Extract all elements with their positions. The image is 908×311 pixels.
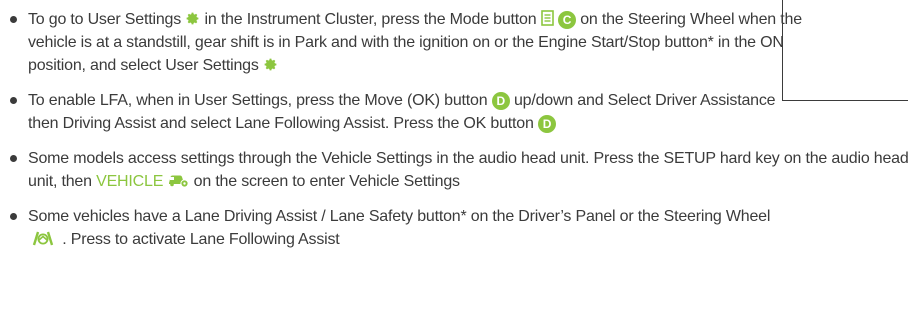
gear-icon [186, 12, 199, 25]
lane-assist-icon [32, 231, 54, 246]
document-page: To go to User Settings in the Instrument… [0, 0, 908, 311]
callout-badge-d: D [491, 92, 510, 110]
callout-badge-d: D [537, 115, 556, 133]
list-item: Some models access settings through the … [10, 147, 908, 193]
list-item: Some vehicles have a Lane Driving Assist… [10, 205, 788, 251]
callout-badge-c: C [557, 11, 576, 29]
list-item: To enable LFA, when in User Settings, pr… [10, 89, 808, 135]
mode-button-icon [540, 10, 554, 26]
bullet-text: on the screen to enter Vehicle Settings [193, 173, 460, 190]
list-item: To go to User Settings in the Instrument… [10, 8, 818, 77]
bullet-text: To go to User Settings [28, 11, 182, 28]
bullet-text: . Press to activate Lane Following Assis… [62, 231, 340, 248]
vehicle-settings-icon [169, 175, 190, 188]
bullet-text: Some vehicles have a Lane Driving Assist… [28, 208, 771, 225]
bullet-text: To enable LFA, when in User Settings, pr… [28, 92, 488, 109]
bullet-text: in the Instrument Cluster, press the Mod… [204, 11, 537, 28]
gear-icon [264, 58, 277, 71]
instruction-list: To go to User Settings in the Instrument… [10, 8, 908, 263]
vehicle-label: VEHICLE [96, 173, 164, 190]
